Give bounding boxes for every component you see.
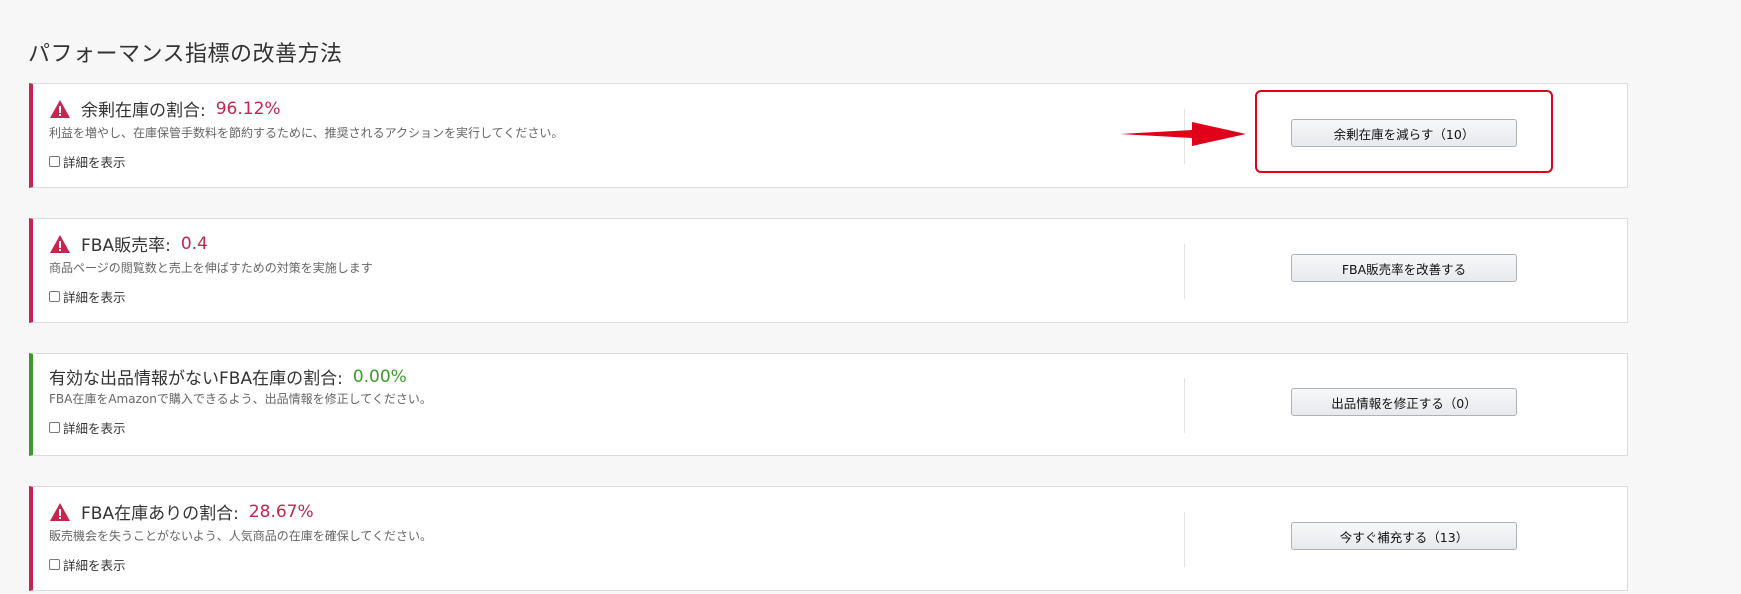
card-divider	[1184, 378, 1185, 433]
card-title-value: 28.67%	[248, 501, 314, 522]
warning-triangle-icon	[50, 502, 70, 521]
card-title-label: FBA在庫ありの割合:	[81, 504, 239, 524]
card-title-label: 余剰在庫の割合:	[81, 101, 206, 121]
card-divider	[1184, 244, 1185, 299]
annotation-arrow-icon	[1120, 122, 1246, 146]
show-details-checkbox[interactable]	[49, 422, 60, 433]
replenish-now-button[interactable]: 今すぐ補充する（13）	[1291, 522, 1517, 550]
improve-sell-through-button[interactable]: FBA販売率を改善する	[1291, 254, 1517, 282]
card-title-label: 有効な出品情報がないFBA在庫の割合:	[49, 369, 343, 389]
show-details-checkbox[interactable]	[49, 291, 60, 302]
warning-triangle-icon	[50, 99, 70, 118]
show-details-checkbox[interactable]	[49, 156, 60, 167]
metric-card-in-stock-rate: FBA在庫ありの割合: 28.67% 販売機会を失うことがないよう、人気商品の在…	[29, 486, 1628, 591]
page-title: パフォーマンス指標の改善方法	[28, 42, 343, 67]
show-details-checkbox[interactable]	[49, 559, 60, 570]
show-details-toggle[interactable]: 詳細を表示	[49, 555, 126, 574]
show-details-label: 詳細を表示	[63, 290, 126, 305]
card-title-value: 0.4	[180, 233, 208, 254]
show-details-toggle[interactable]: 詳細を表示	[49, 287, 126, 306]
card-description: 商品ページの閲覧数と売上を伸ばすための対策を実施します	[49, 261, 373, 275]
fix-listings-button[interactable]: 出品情報を修正する（0）	[1291, 388, 1517, 416]
show-details-toggle[interactable]: 詳細を表示	[49, 152, 126, 171]
card-title: 余剰在庫の割合: 96.12%	[49, 96, 281, 121]
show-details-label: 詳細を表示	[63, 155, 126, 170]
card-title: FBA販売率: 0.4	[49, 231, 208, 256]
annotation-highlight-box	[1255, 90, 1553, 173]
card-description: FBA在庫をAmazonで購入できるよう、出品情報を修正してください。	[49, 392, 432, 406]
card-title: FBA在庫ありの割合: 28.67%	[49, 499, 314, 524]
card-divider	[1184, 512, 1185, 567]
metric-card-fba-sell-through: FBA販売率: 0.4 商品ページの閲覧数と売上を伸ばすための対策を実施します …	[29, 218, 1628, 323]
show-details-toggle[interactable]: 詳細を表示	[49, 418, 126, 437]
show-details-label: 詳細を表示	[63, 421, 126, 436]
show-details-label: 詳細を表示	[63, 558, 126, 573]
card-title-label: FBA販売率:	[81, 236, 171, 256]
card-title: 有効な出品情報がないFBA在庫の割合: 0.00%	[49, 364, 407, 390]
card-description: 利益を増やし、在庫保管手数料を節約するために、推奨されるアクションを実行してくだ…	[49, 126, 564, 140]
card-title-value: 0.00%	[352, 366, 407, 387]
metric-card-stranded-inventory: 有効な出品情報がないFBA在庫の割合: 0.00% FBA在庫をAmazonで購…	[29, 353, 1628, 456]
card-title-value: 96.12%	[215, 98, 281, 119]
warning-triangle-icon	[50, 234, 70, 253]
card-description: 販売機会を失うことがないよう、人気商品の在庫を確保してください。	[49, 529, 433, 543]
